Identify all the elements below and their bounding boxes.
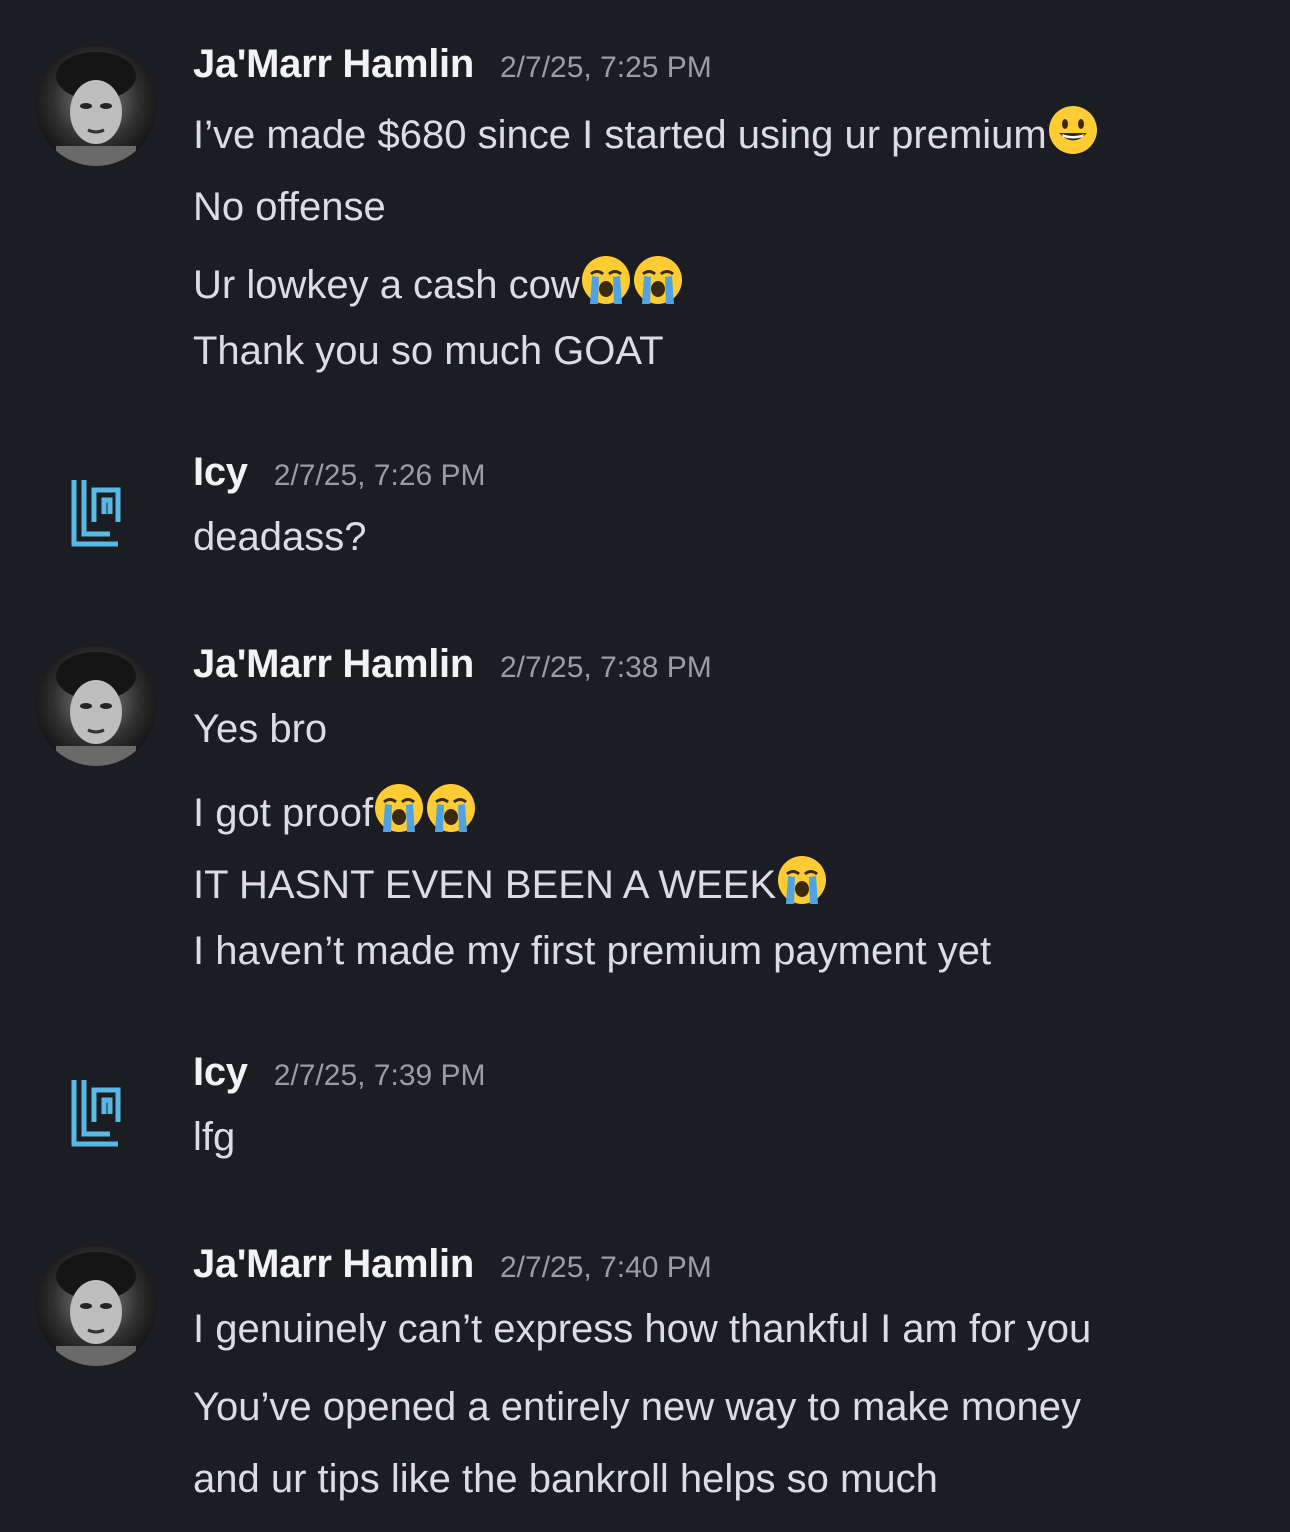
message-text: I’ve made $680 since I started using ur …	[193, 113, 1047, 157]
timestamp: 2/7/25, 7:26 PM	[273, 459, 486, 492]
icy-logo-avatar[interactable]	[70, 1078, 122, 1150]
loudly-crying-emoji	[778, 856, 827, 904]
message-line: I got proof	[193, 782, 477, 838]
message-line: deadass?	[193, 512, 366, 562]
message-line: No offense	[193, 182, 386, 232]
user-avatar[interactable]	[36, 646, 156, 766]
message-line: Thank you so much GOAT	[193, 326, 664, 376]
message-text: No offense	[193, 185, 386, 229]
message-line: lfg	[193, 1112, 235, 1162]
message-line: Yes bro	[193, 704, 327, 754]
message-header: Icy 2/7/25, 7:39 PM	[193, 1050, 486, 1100]
loudly-crying-emoji	[375, 784, 424, 832]
message-text: Ur lowkey a cash cow	[193, 263, 580, 307]
username[interactable]: Icy	[193, 450, 248, 495]
timestamp: 2/7/25, 7:38 PM	[499, 651, 712, 684]
message-text: IT HASNT EVEN BEEN A WEEK	[193, 863, 777, 907]
message-text: I genuinely can’t express how thankful I…	[193, 1307, 1092, 1351]
username[interactable]: Icy	[193, 1050, 248, 1095]
message-text: I got proof	[193, 791, 374, 835]
user-avatar[interactable]	[36, 1246, 156, 1366]
icy-logo-avatar[interactable]	[70, 478, 122, 550]
message-line: IT HASNT EVEN BEEN A WEEK	[193, 854, 828, 910]
message-text: and ur tips like the bankroll helps so m…	[193, 1457, 938, 1501]
timestamp: 2/7/25, 7:40 PM	[499, 1251, 712, 1284]
message-line: I genuinely can’t express how thankful I…	[193, 1304, 1091, 1354]
username[interactable]: Ja'Marr Hamlin	[193, 1242, 474, 1287]
message-line: You’ve opened a entirely new way to make…	[193, 1382, 1081, 1432]
smiley-emoji	[1048, 106, 1097, 154]
message-text: deadass?	[193, 515, 367, 559]
user-avatar[interactable]	[36, 46, 156, 166]
message-header: Icy 2/7/25, 7:26 PM	[193, 450, 486, 500]
message-line: I’ve made $680 since I started using ur …	[193, 104, 1099, 160]
message-text: Thank you so much GOAT	[193, 329, 664, 373]
message-header: Ja'Marr Hamlin 2/7/25, 7:25 PM	[193, 42, 712, 92]
message-header: Ja'Marr Hamlin 2/7/25, 7:40 PM	[193, 1242, 712, 1292]
message-header: Ja'Marr Hamlin 2/7/25, 7:38 PM	[193, 642, 712, 692]
username[interactable]: Ja'Marr Hamlin	[193, 42, 474, 87]
message-text: You’ve opened a entirely new way to make…	[193, 1385, 1081, 1429]
timestamp: 2/7/25, 7:25 PM	[499, 51, 712, 84]
loudly-crying-emoji	[427, 784, 476, 832]
loudly-crying-emoji	[581, 256, 630, 304]
message-text: I haven’t made my first premium payment …	[193, 929, 992, 973]
loudly-crying-emoji	[633, 256, 682, 304]
timestamp: 2/7/25, 7:39 PM	[273, 1059, 486, 1092]
message-line: I haven’t made my first premium payment …	[193, 926, 991, 976]
message-text: Yes bro	[193, 707, 328, 751]
message-text: lfg	[193, 1115, 236, 1159]
message-line: and ur tips like the bankroll helps so m…	[193, 1454, 938, 1504]
message-line: Ur lowkey a cash cow	[193, 254, 684, 310]
username[interactable]: Ja'Marr Hamlin	[193, 642, 474, 687]
